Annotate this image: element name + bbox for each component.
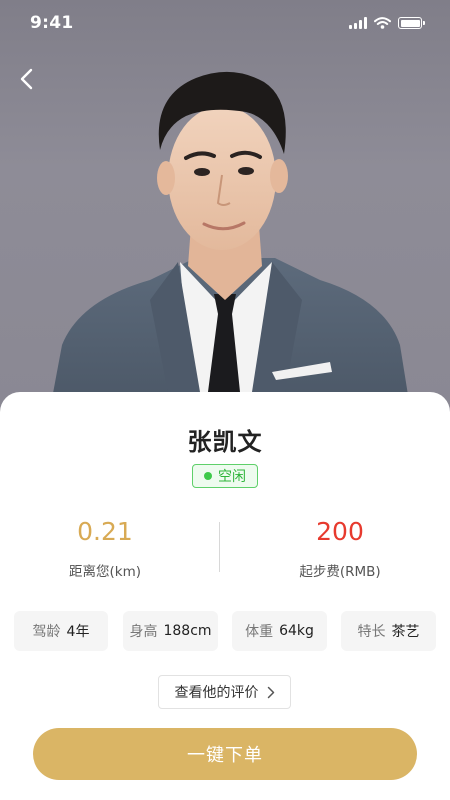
chip-value: 茶艺	[391, 624, 420, 640]
fee-label: 起步费(RMB)	[299, 564, 381, 580]
place-order-button[interactable]: 一键下单	[33, 728, 417, 780]
driver-name: 张凯文	[187, 428, 263, 456]
chip-label: 驾龄	[32, 624, 61, 640]
attribute-chips: 驾龄 4年 身高 188cm 体重 64kg 特长 茶艺	[14, 611, 436, 651]
chip-label: 体重	[245, 624, 274, 640]
chip-driving-years: 驾龄 4年	[14, 611, 108, 651]
status-dot-icon	[204, 472, 212, 480]
cellular-signal-icon	[349, 17, 367, 29]
chip-label: 身高	[129, 624, 158, 640]
chip-value: 64kg	[279, 623, 314, 639]
status-bar: 9:41	[0, 0, 450, 46]
chevron-right-icon	[267, 686, 274, 698]
status-time: 9:41	[30, 13, 74, 33]
battery-icon	[398, 17, 425, 29]
chip-height: 身高 188cm	[123, 611, 218, 651]
status-icons	[349, 17, 425, 29]
stats-divider	[219, 522, 220, 572]
distance-stat: 0.21 距离您(km)	[0, 516, 210, 580]
view-reviews-button[interactable]: 查看他的评价	[158, 675, 291, 709]
fee-stat: 200 起步费(RMB)	[235, 516, 445, 580]
distance-value: 0.21	[77, 517, 133, 546]
status-badge-label: 空闲	[218, 469, 246, 485]
chip-weight: 体重 64kg	[232, 611, 327, 651]
driver-photo	[0, 0, 450, 420]
chip-value: 4年	[66, 624, 90, 640]
view-reviews-label: 查看他的评价	[174, 685, 259, 701]
driver-portrait-image	[48, 71, 412, 420]
chip-label: 特长	[357, 624, 386, 640]
distance-label: 距离您(km)	[68, 564, 141, 580]
chip-specialty: 特长 茶艺	[341, 611, 436, 651]
driver-info-card: 张凯文 空闲 0.21 距离您(km) 200 起步费(RMB) 驾龄 4年 身…	[0, 392, 450, 800]
status-badge: 空闲	[192, 464, 258, 488]
wifi-icon	[374, 17, 391, 29]
back-arrow-icon	[20, 68, 33, 90]
back-button[interactable]	[10, 62, 44, 96]
chip-value: 188cm	[163, 623, 212, 639]
fee-value: 200	[316, 517, 364, 546]
stats-row: 0.21 距离您(km) 200 起步费(RMB)	[0, 516, 450, 586]
